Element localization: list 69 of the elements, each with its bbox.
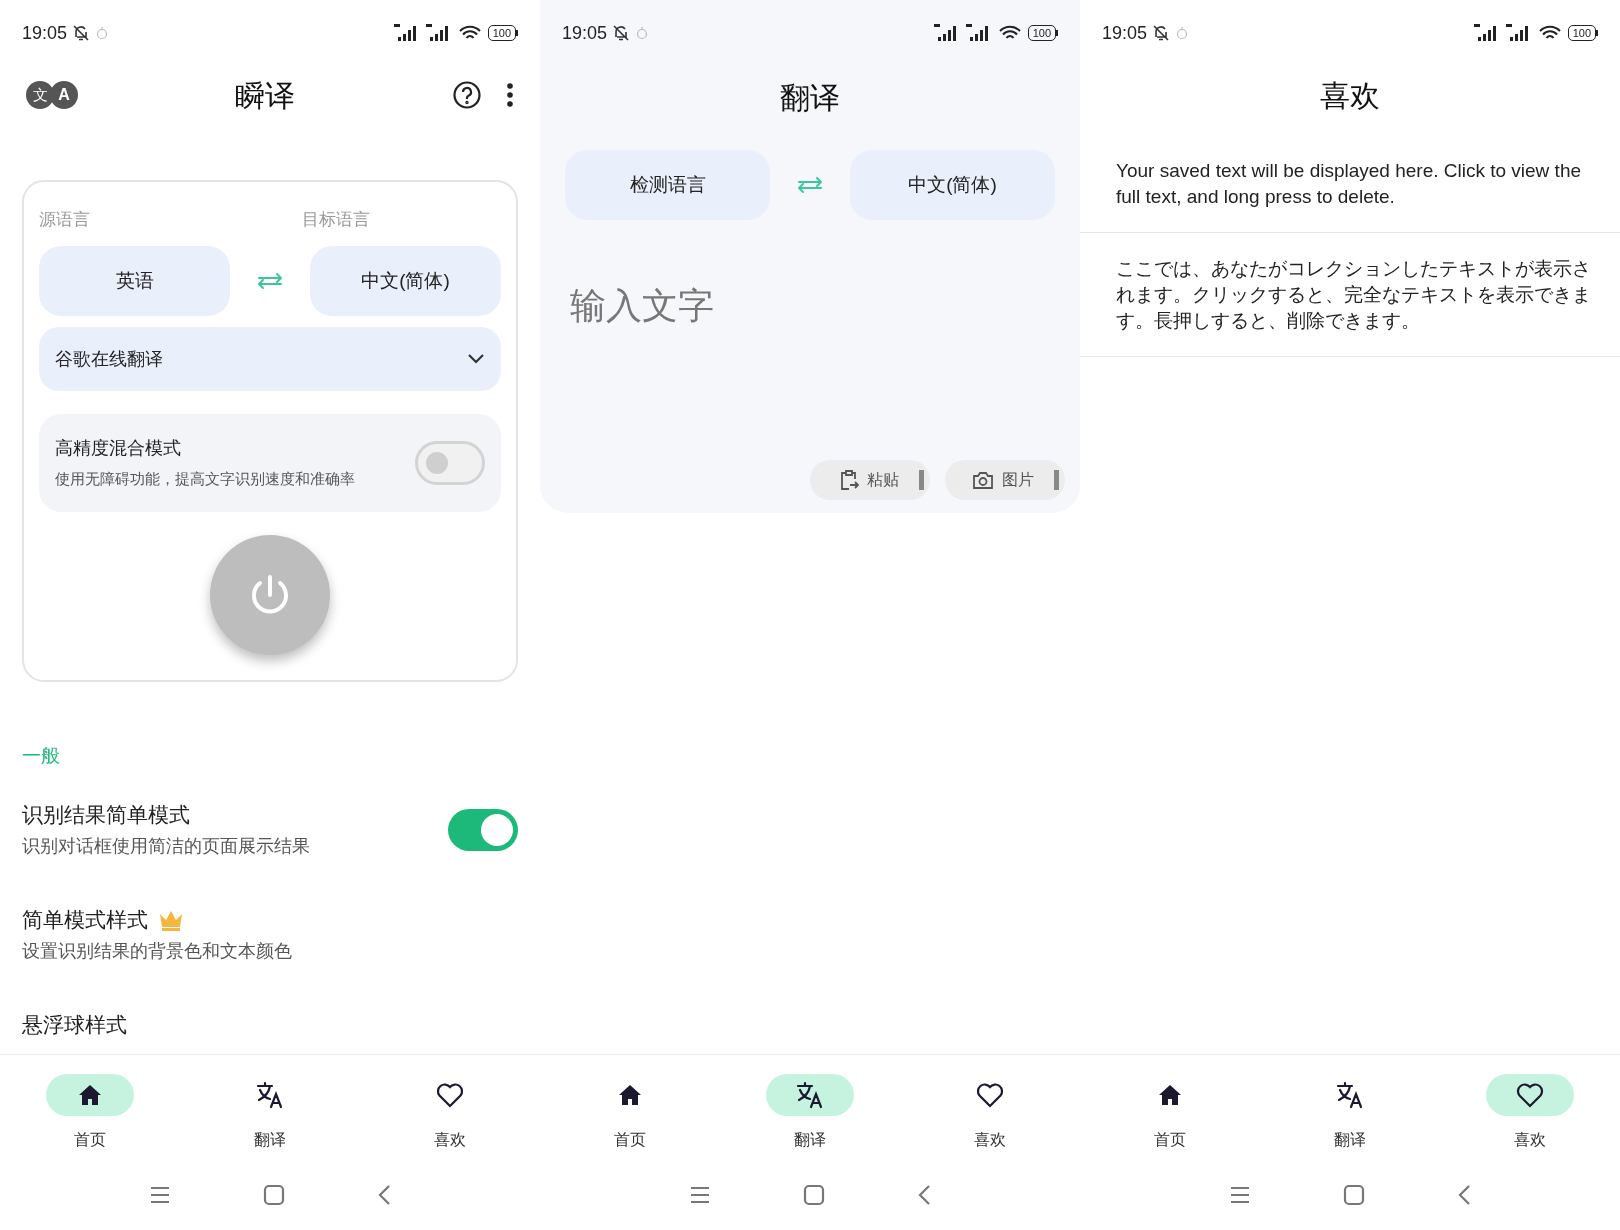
app-logo-letter: A: [50, 81, 78, 109]
screen-title: 瞬译: [235, 77, 295, 114]
heart-icon: [436, 1082, 464, 1108]
toggle-switch[interactable]: [448, 808, 518, 851]
home-icon: [77, 1083, 103, 1107]
nav-tab[interactable]: 翻译: [180, 1055, 360, 1160]
more-options-icon[interactable]: [506, 82, 514, 108]
setting-description: 识别对话框使用简洁的页面展示结果: [22, 835, 311, 858]
target-language-button[interactable]: 中文(简体): [310, 246, 501, 316]
source-language-button[interactable]: 英语: [39, 246, 230, 316]
crown-icon: [158, 909, 184, 931]
home-square-icon[interactable]: [263, 1184, 285, 1206]
chevron-down-icon: [467, 353, 485, 365]
screen-title: 喜欢: [1320, 77, 1380, 114]
home-square-icon[interactable]: [803, 1184, 825, 1206]
screen-title: 翻译: [780, 79, 840, 116]
nav-tab[interactable]: 喜欢: [360, 1055, 540, 1160]
app-notification-icon: [1175, 26, 1190, 40]
nav-tab[interactable]: 翻译: [720, 1055, 900, 1160]
back-icon[interactable]: [1457, 1184, 1471, 1206]
menu-icon[interactable]: [689, 1186, 711, 1204]
back-icon[interactable]: [377, 1184, 391, 1206]
text-input[interactable]: 输入文字: [570, 280, 1050, 332]
translate-icon: [795, 1080, 825, 1110]
target-language-label: 目标语言: [302, 209, 370, 232]
engine-dropdown[interactable]: 谷歌在线翻译: [39, 327, 501, 391]
battery-indicator: 100: [487, 25, 518, 41]
paste-button[interactable]: 粘贴: [810, 460, 930, 500]
source-language-label: 源语言: [39, 209, 91, 232]
help-icon[interactable]: [452, 80, 482, 110]
battery-indicator: 100: [1027, 25, 1058, 41]
status-time: 19:05: [562, 21, 608, 45]
image-button[interactable]: 图片: [945, 460, 1065, 500]
nav-tab[interactable]: 首页: [1080, 1055, 1260, 1160]
menu-icon[interactable]: [149, 1186, 171, 1204]
status-time: 19:05: [1102, 21, 1148, 45]
app-logo-letter: 文: [26, 81, 54, 109]
heart-icon: [1516, 1082, 1544, 1108]
nav-tab[interactable]: 首页: [540, 1055, 720, 1160]
nav-tab[interactable]: 翻译: [1260, 1055, 1440, 1160]
camera-icon: [972, 470, 994, 490]
setting-description: 使用无障碍功能，提高文字识别速度和准确率: [55, 469, 356, 490]
clipboard-icon: [839, 469, 859, 491]
home-square-icon[interactable]: [1343, 1184, 1365, 1206]
status-time: 19:05: [22, 21, 68, 45]
setting-title[interactable]: 悬浮球样式: [22, 1011, 127, 1039]
target-language-button[interactable]: 中文(简体): [850, 150, 1055, 220]
toggle-switch[interactable]: [415, 441, 485, 485]
app-notification-icon: [95, 26, 110, 40]
nav-tab[interactable]: 首页: [0, 1055, 180, 1160]
setting-title[interactable]: 识别结果简单模式: [22, 801, 190, 829]
section-header: 一般: [22, 743, 60, 768]
setting-title: 高精度混合模式: [55, 437, 182, 461]
battery-indicator: 100: [1567, 25, 1598, 41]
source-language-button[interactable]: 检测语言: [565, 150, 770, 220]
saved-text-item[interactable]: Your saved text will be displayed here. Click to view the full text, and long press to delete.: [1116, 158, 1602, 210]
translate-icon: [1335, 1080, 1365, 1110]
setting-description: 设置识别结果的背景色和文本颜色: [22, 940, 293, 963]
home-icon: [1157, 1083, 1183, 1107]
heart-icon: [976, 1082, 1004, 1108]
saved-text-item[interactable]: ここでは、あなたがコレクションしたテキストが表示されます。クリックすると、完全なテキストを表示できます。長押しすると、削除できます。: [1116, 256, 1602, 334]
menu-icon[interactable]: [1229, 1186, 1251, 1204]
home-icon: [617, 1083, 643, 1107]
app-notification-icon: [635, 26, 650, 40]
setting-title[interactable]: 简单模式样式: [22, 906, 148, 934]
back-icon[interactable]: [917, 1184, 931, 1206]
translate-icon: [255, 1080, 285, 1110]
nav-tab[interactable]: 喜欢: [1440, 1055, 1620, 1160]
nav-tab[interactable]: 喜欢: [900, 1055, 1080, 1160]
